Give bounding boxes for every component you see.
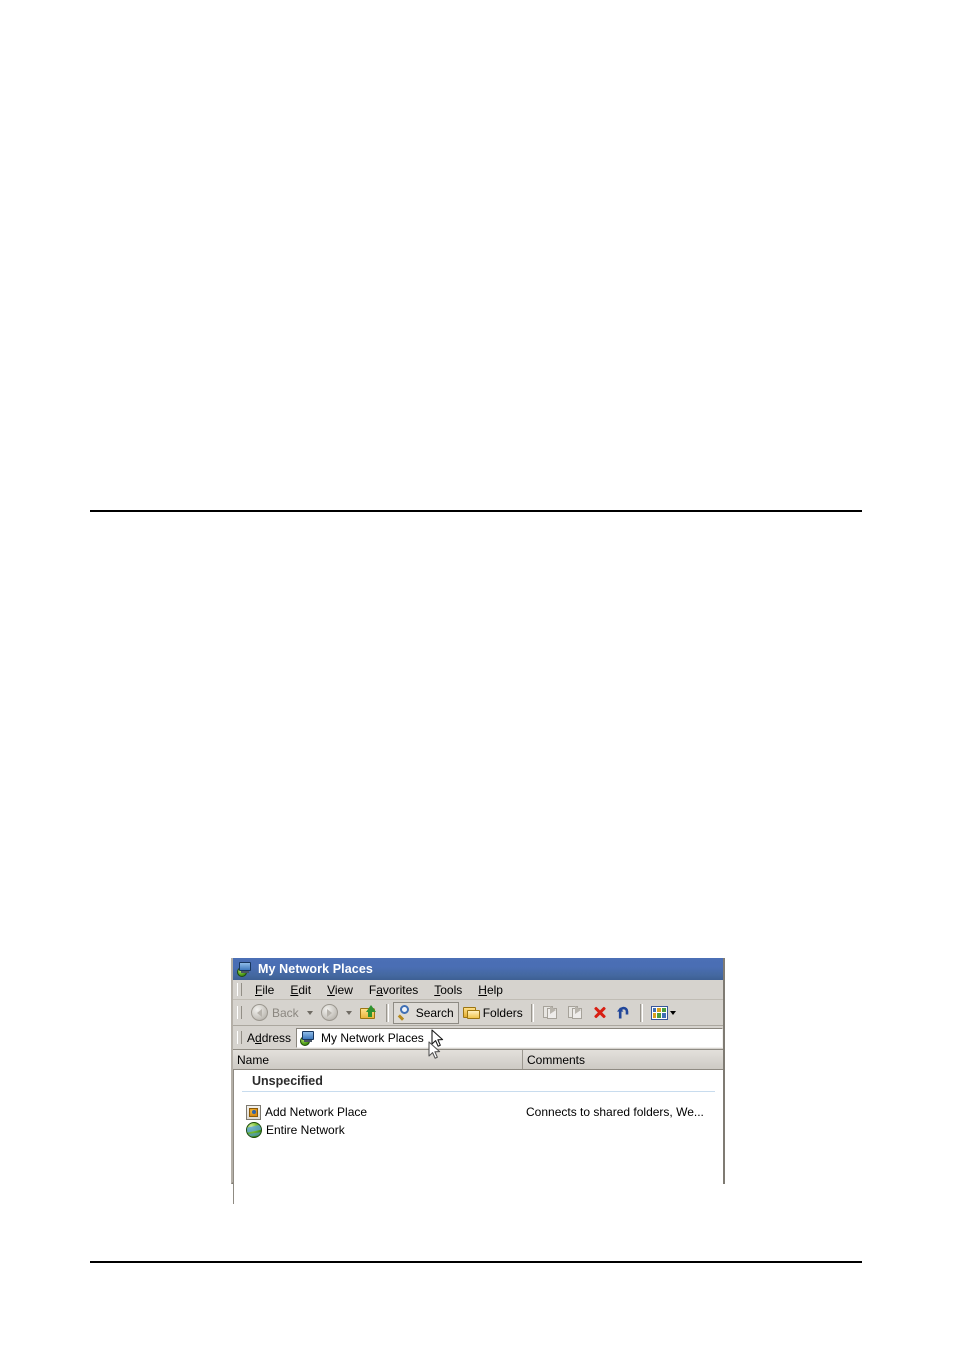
- address-grip[interactable]: [237, 1031, 242, 1044]
- column-header-name[interactable]: Name: [233, 1050, 523, 1069]
- network-computer-icon: [237, 961, 253, 977]
- address-label: Address: [247, 1030, 292, 1045]
- folders-icon: [462, 1006, 480, 1020]
- copy-to-button[interactable]: [563, 1002, 588, 1024]
- forward-button[interactable]: [317, 1002, 342, 1024]
- views-grid-icon: [650, 1005, 668, 1020]
- folders-button[interactable]: Folders: [459, 1002, 527, 1024]
- forward-dropdown-chevron-down-icon[interactable]: [345, 1010, 352, 1015]
- list-item-name: Entire Network: [266, 1123, 345, 1137]
- back-arrow-icon: [251, 1004, 268, 1021]
- toolbar-separator: [385, 1003, 389, 1022]
- list-column-headers: Name Comments: [233, 1050, 723, 1070]
- undo-arrow-icon: [616, 1005, 632, 1021]
- globe-icon: [246, 1122, 262, 1138]
- toolbar: Back Search Folders: [233, 1000, 723, 1026]
- menu-grip[interactable]: [237, 983, 242, 996]
- window-title: My Network Places: [258, 962, 373, 976]
- list-item[interactable]: Entire Network: [234, 1121, 723, 1139]
- menu-item-favorites[interactable]: Favorites: [361, 982, 426, 998]
- network-computer-icon: [300, 1030, 316, 1046]
- add-network-place-icon: [246, 1104, 261, 1120]
- file-list: Unspecified Add Network Place Connects t…: [233, 1070, 723, 1204]
- menu-item-help[interactable]: Help: [470, 982, 511, 998]
- page-bottom-rule: [90, 1261, 862, 1263]
- list-item[interactable]: Add Network Place Connects to shared fol…: [234, 1103, 723, 1121]
- menu-item-view[interactable]: View: [319, 982, 361, 998]
- views-button[interactable]: [647, 1002, 684, 1024]
- back-dropdown-chevron-down-icon[interactable]: [306, 1010, 313, 1015]
- search-button-label: Search: [415, 1005, 454, 1020]
- folders-button-label: Folders: [482, 1005, 523, 1020]
- copy-to-icon: [567, 1005, 584, 1020]
- menu-bar: File Edit View Favorites Tools Help: [233, 980, 723, 1000]
- up-folder-icon: [359, 1004, 378, 1021]
- delete-button[interactable]: [588, 1002, 612, 1024]
- menu-item-edit[interactable]: Edit: [282, 982, 319, 998]
- menu-item-tools[interactable]: Tools: [426, 982, 470, 998]
- forward-arrow-icon: [320, 1004, 338, 1021]
- page-top-rule: [90, 510, 862, 512]
- window-title-bar[interactable]: My Network Places: [233, 958, 723, 980]
- my-network-places-window: My Network Places File Edit View Favorit…: [231, 958, 725, 1204]
- views-chevron-down-icon[interactable]: [669, 1010, 676, 1015]
- address-input[interactable]: My Network Places: [296, 1027, 723, 1048]
- toolbar-grip[interactable]: [237, 1006, 242, 1019]
- back-button[interactable]: Back: [247, 1002, 303, 1024]
- address-bar: Address My Network Places: [233, 1026, 723, 1050]
- toolbar-separator-3: [639, 1003, 643, 1022]
- up-button[interactable]: [356, 1002, 382, 1024]
- group-header-unspecified: Unspecified: [252, 1074, 323, 1088]
- delete-x-icon: [592, 1005, 608, 1021]
- menu-item-file[interactable]: File: [247, 982, 282, 998]
- move-to-icon: [542, 1005, 559, 1020]
- group-header-divider: [242, 1091, 715, 1092]
- list-item-comment: Connects to shared folders, We...: [526, 1105, 704, 1119]
- column-header-comments[interactable]: Comments: [523, 1050, 723, 1069]
- move-to-button[interactable]: [538, 1002, 563, 1024]
- undo-button[interactable]: [612, 1002, 636, 1024]
- magnifier-icon: [397, 1005, 413, 1021]
- toolbar-separator-2: [530, 1003, 534, 1022]
- search-button[interactable]: Search: [392, 1001, 459, 1024]
- address-value: My Network Places: [321, 1030, 424, 1045]
- list-item-name: Add Network Place: [265, 1105, 368, 1119]
- back-button-label: Back: [272, 1005, 299, 1020]
